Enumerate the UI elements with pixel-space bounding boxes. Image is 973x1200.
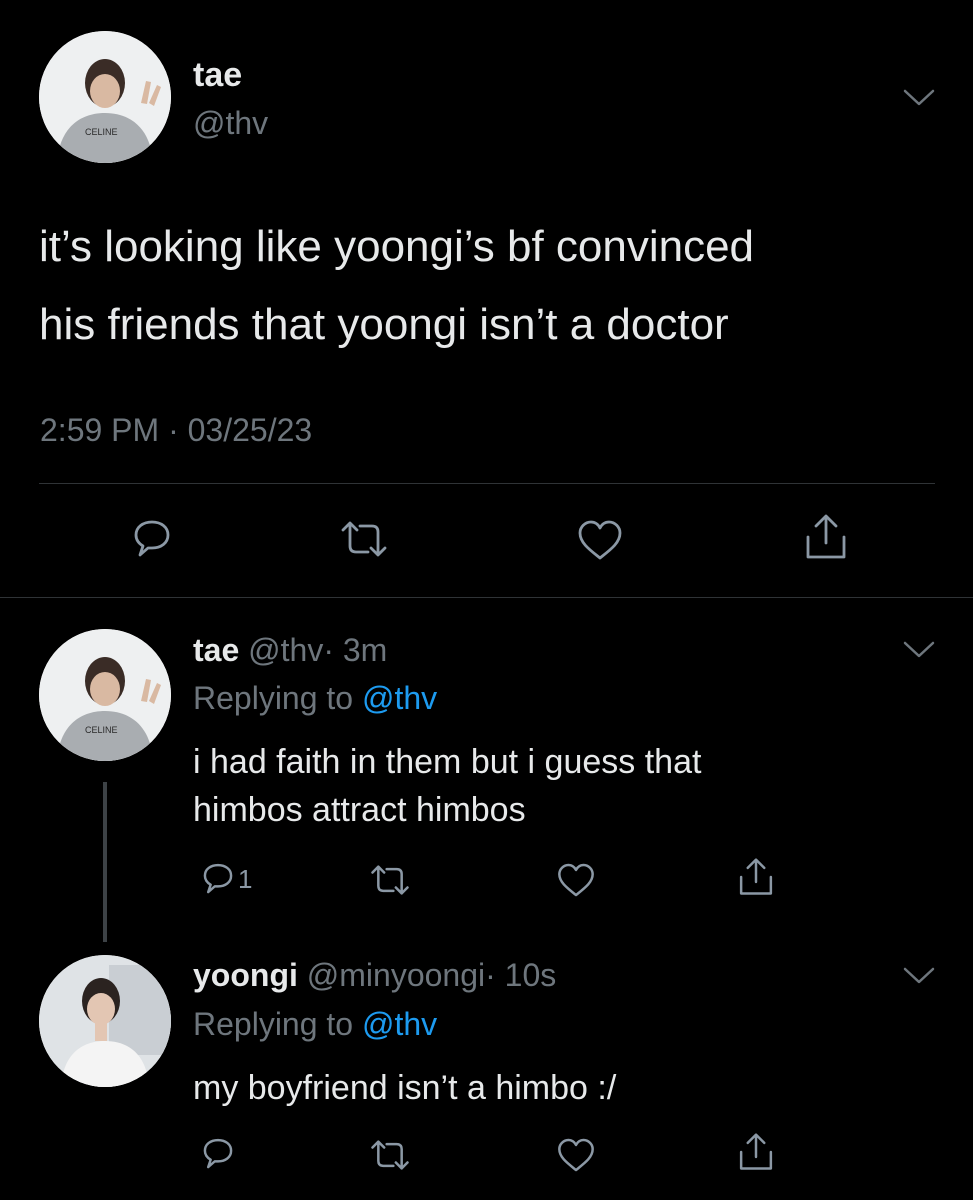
reply2-reply-button[interactable] <box>200 1136 236 1172</box>
divider <box>0 597 973 598</box>
reply1-replying-to: Replying to @thv <box>193 678 437 718</box>
like-icon <box>578 520 622 560</box>
reply1-time[interactable]: · 3m <box>323 632 387 668</box>
reply2-text: my boyfriend isn’t a himbo :/ <box>193 1064 616 1112</box>
reply-icon <box>203 1138 233 1169</box>
reply1-header: tae @thv· 3m <box>193 630 387 670</box>
reply2-time[interactable]: · 10s <box>485 957 556 993</box>
reply1-handle[interactable]: @thv <box>248 632 323 668</box>
reply1-text: i had faith in them but i guess that him… <box>193 738 701 834</box>
like-icon <box>558 1138 594 1172</box>
reply2-avatar[interactable] <box>39 955 171 1087</box>
like-icon <box>558 863 594 897</box>
replying-to-handle[interactable]: @thv <box>362 680 437 716</box>
reply-icon <box>134 520 170 557</box>
celine-logo-text: CELINE <box>85 725 118 735</box>
chevron-down-icon <box>903 641 935 658</box>
celine-logo-text: CELINE <box>85 127 118 137</box>
chevron-down-icon <box>903 967 935 984</box>
main-reply-button[interactable] <box>130 517 174 561</box>
reply2-handle[interactable]: @minyoongi <box>307 957 485 993</box>
main-tweet-handle[interactable]: @thv <box>193 103 268 143</box>
share-icon <box>739 858 773 895</box>
reply2-retweet-button[interactable] <box>370 1138 410 1172</box>
reply2-text-line: my boyfriend isn’t a himbo :/ <box>193 1069 617 1107</box>
main-retweet-button[interactable] <box>340 519 388 559</box>
reply1-menu[interactable] <box>902 638 936 662</box>
main-tweet-text-line: it’s looking like yoongi’s bf convinced <box>39 222 755 271</box>
reply1-avatar[interactable]: CELINE <box>39 629 171 761</box>
share-icon <box>739 1133 773 1170</box>
share-icon <box>806 514 846 559</box>
retweet-icon <box>371 1140 409 1170</box>
reply2-replying-to: Replying to @thv <box>193 1004 437 1044</box>
reply2-share-button[interactable] <box>737 1132 775 1172</box>
main-tweet-avatar[interactable]: CELINE <box>39 31 171 163</box>
main-share-button[interactable] <box>803 513 849 561</box>
reply1-reply-button[interactable]: 1 <box>200 861 252 897</box>
chevron-down-icon <box>903 89 935 106</box>
reply-count: 1 <box>238 863 253 894</box>
replying-to-label: Replying to <box>193 1006 354 1042</box>
retweet-icon <box>341 521 387 557</box>
reply1-display-name[interactable]: tae <box>193 632 239 668</box>
main-tweet-text-line: his friends that yoongi isn’t a doctor <box>39 300 729 349</box>
main-tweet-text: it’s looking like yoongi’s bf convinced … <box>39 208 754 364</box>
reply-icon <box>203 863 233 894</box>
reply2-header: yoongi @minyoongi· 10s <box>193 955 556 995</box>
main-tweet-display-name[interactable]: tae <box>193 55 242 95</box>
thread-connector-line <box>103 782 107 942</box>
reply1-text-line: i had faith in them but i guess that <box>193 743 702 781</box>
reply2-menu[interactable] <box>902 964 936 988</box>
main-tweet-timestamp[interactable]: 2:59 PM · 03/25/23 <box>40 410 312 450</box>
reply1-like-button[interactable] <box>556 862 596 898</box>
divider <box>39 483 935 484</box>
avatar-photo <box>39 955 171 1087</box>
replying-to-label: Replying to <box>193 680 354 716</box>
avatar-photo: CELINE <box>39 629 171 761</box>
main-tweet-menu[interactable] <box>902 86 936 110</box>
main-like-button[interactable] <box>576 519 624 561</box>
avatar-photo: CELINE <box>39 31 171 163</box>
reply2-display-name[interactable]: yoongi <box>193 957 298 993</box>
replying-to-handle[interactable]: @thv <box>362 1006 437 1042</box>
reply2-like-button[interactable] <box>556 1137 596 1173</box>
reply1-retweet-button[interactable] <box>370 863 410 897</box>
retweet-icon <box>371 865 409 895</box>
reply1-share-button[interactable] <box>737 857 775 897</box>
reply1-text-line: himbos attract himbos <box>193 791 526 829</box>
